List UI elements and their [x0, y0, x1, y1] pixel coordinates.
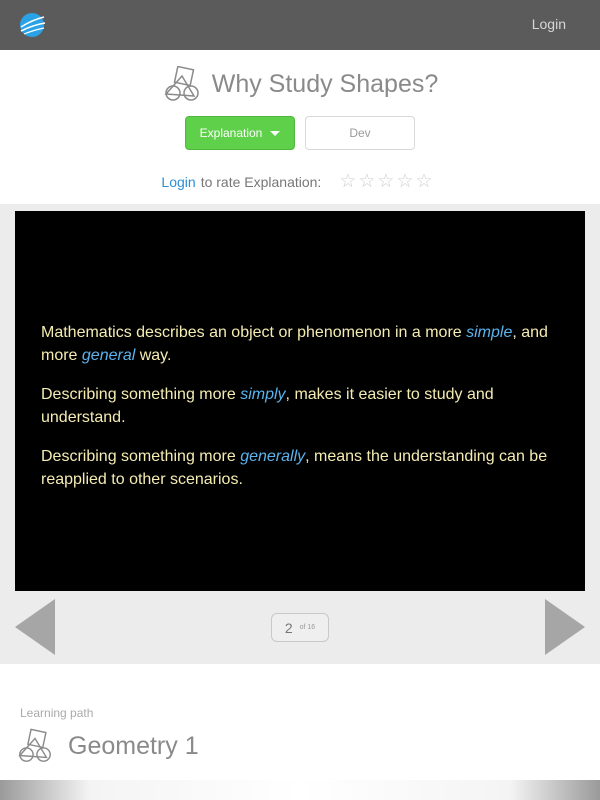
page-title: Why Study Shapes?: [211, 69, 439, 98]
rating-row: Login to rate Explanation: ☆ ☆ ☆ ☆ ☆: [0, 170, 600, 193]
rate-text: to rate Explanation:: [200, 173, 322, 190]
star-icon[interactable]: ☆: [416, 170, 433, 193]
title-row: Why Study Shapes?: [0, 65, 600, 103]
star-icon[interactable]: ☆: [377, 170, 394, 193]
star-icon[interactable]: ☆: [339, 170, 356, 193]
slide-paragraph: Mathematics describes an object or pheno…: [41, 324, 548, 364]
slide-text: Mathematics describes an object or pheno…: [41, 321, 561, 507]
bottom-carousel-strip: [0, 780, 600, 800]
explanation-button-label: Explanation: [199, 126, 263, 140]
slide-paragraph: Describing something more generally, mea…: [41, 448, 548, 488]
lesson-header: Why Study Shapes? Explanation Dev Login …: [0, 50, 600, 204]
star-icon[interactable]: ☆: [358, 170, 375, 193]
previous-slide-arrow-icon[interactable]: [15, 599, 55, 655]
total-pages: of 16: [299, 624, 316, 631]
rating-stars: ☆ ☆ ☆ ☆ ☆: [339, 170, 434, 193]
star-icon[interactable]: ☆: [396, 170, 413, 193]
page-indicator[interactable]: 2 of 16: [271, 613, 329, 642]
globe-logo-icon[interactable]: [19, 12, 46, 38]
rate-login-link[interactable]: Login: [161, 174, 195, 190]
slide-content: Mathematics describes an object or pheno…: [15, 211, 585, 591]
learning-path-title[interactable]: Geometry 1: [68, 732, 199, 761]
geometric-shapes-icon: [164, 66, 199, 101]
slide-paragraph: Describing something more simply, makes …: [41, 386, 494, 426]
current-page: 2: [284, 619, 293, 636]
dev-button-label: Dev: [349, 126, 371, 140]
geometric-shapes-icon: [18, 728, 51, 762]
dev-button[interactable]: Dev: [305, 116, 415, 150]
learning-path-label: Learning path: [20, 706, 94, 720]
explanation-dropdown-button[interactable]: Explanation: [185, 116, 295, 150]
top-bar: Login: [0, 0, 600, 50]
login-link[interactable]: Login: [532, 16, 566, 32]
next-slide-arrow-icon[interactable]: [545, 599, 585, 655]
caret-down-icon: [270, 130, 281, 136]
